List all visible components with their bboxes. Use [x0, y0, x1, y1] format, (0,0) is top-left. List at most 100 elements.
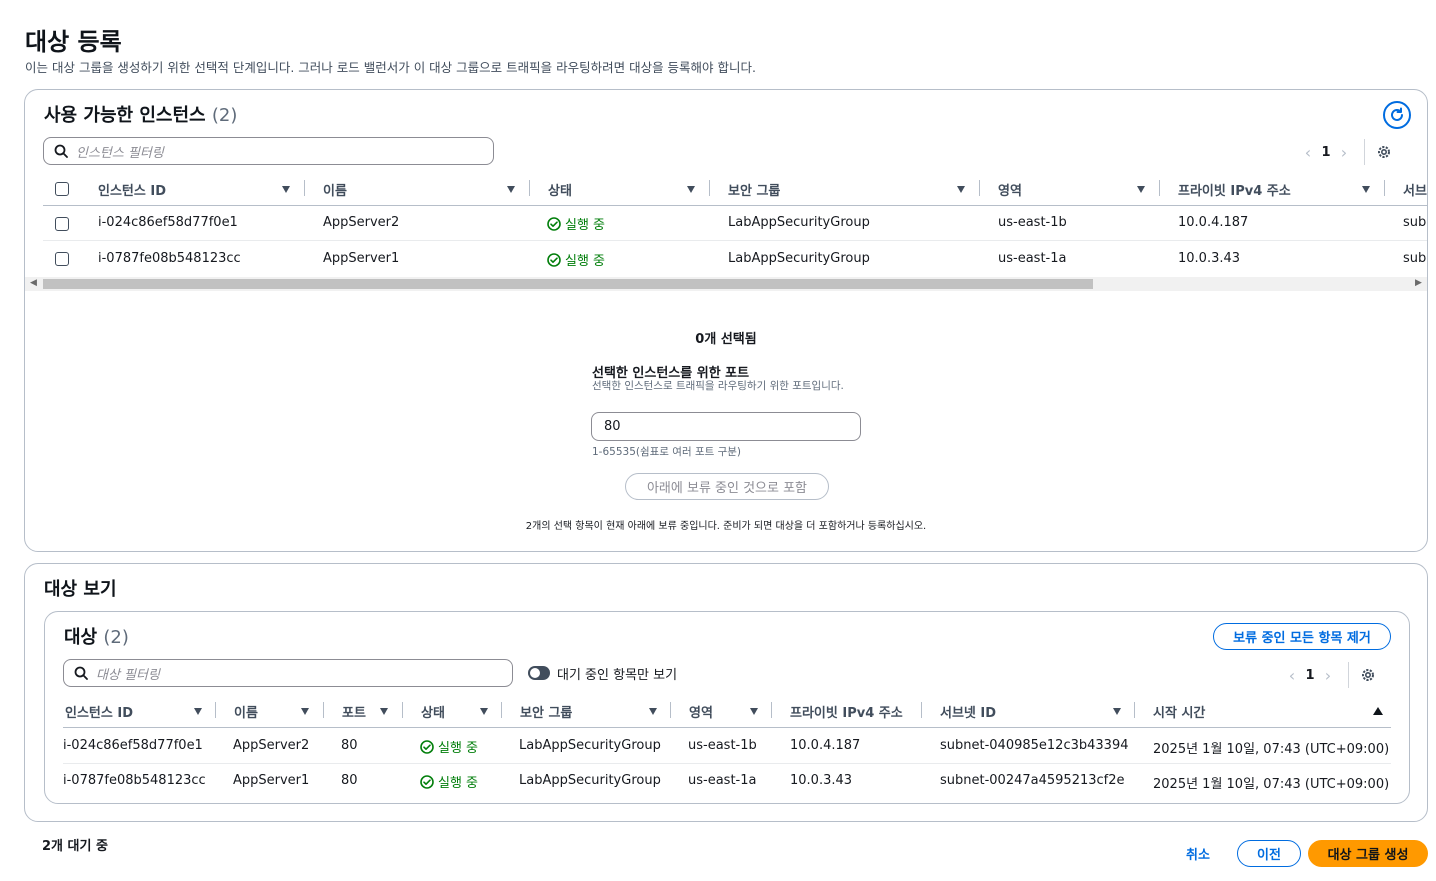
- next-page-icon[interactable]: ›: [1316, 666, 1340, 685]
- horizontal-scrollbar[interactable]: ◀ ▶: [25, 277, 1427, 291]
- col-security-group[interactable]: 보안 그룹: [728, 180, 780, 199]
- col-instance-id[interactable]: 인스턴스 ID: [98, 180, 166, 199]
- cancel-button[interactable]: 취소: [1186, 844, 1210, 863]
- zone: us-east-1a: [688, 773, 757, 788]
- selected-count: 0개 선택됨: [695, 332, 757, 347]
- pending-only-toggle[interactable]: [528, 666, 550, 680]
- instance-id: i-0787fe08b548123cc: [63, 773, 206, 788]
- col-start-time[interactable]: 시작 시간: [1153, 702, 1205, 721]
- sort-ascending-icon[interactable]: [1373, 707, 1383, 715]
- instance-name: AppServer1: [233, 773, 310, 788]
- available-instances-count: (2): [211, 105, 238, 126]
- column-divider: [501, 702, 502, 718]
- col-zone[interactable]: 영역: [998, 180, 1022, 199]
- sort-icon[interactable]: [687, 186, 695, 193]
- column-divider: [771, 702, 772, 718]
- port: 80: [341, 738, 358, 753]
- page-number[interactable]: 1: [1304, 668, 1316, 683]
- port-description: 선택한 인스턴스로 트래픽을 라우팅하기 위한 포트입니다.: [592, 380, 844, 392]
- sort-icon[interactable]: [649, 708, 657, 715]
- sort-icon[interactable]: [1113, 708, 1121, 715]
- header-divider: [43, 205, 1427, 206]
- sort-icon[interactable]: [957, 186, 965, 193]
- col-instance-id[interactable]: 인스턴스 ID: [65, 702, 133, 721]
- target-filter-input[interactable]: 대상 필터링: [63, 659, 513, 687]
- scrollbar-thumb[interactable]: [43, 279, 1093, 289]
- column-divider: [304, 180, 305, 196]
- col-private-ip[interactable]: 프라이빗 IPv4 주소: [1178, 180, 1291, 199]
- col-name[interactable]: 이름: [234, 702, 258, 721]
- column-divider: [323, 702, 324, 718]
- search-icon: [74, 666, 88, 680]
- previous-button[interactable]: 이전: [1237, 840, 1301, 867]
- available-instances-title-text: 사용 가능한 인스턴스: [44, 105, 206, 126]
- instance-name: AppServer2: [323, 215, 400, 230]
- targets-count: (2): [103, 627, 129, 648]
- prev-page-icon[interactable]: ‹: [1280, 666, 1304, 685]
- col-zone[interactable]: 영역: [689, 702, 713, 721]
- remove-all-pending-button[interactable]: 보류 중인 모든 항목 제거: [1213, 623, 1391, 650]
- private-ip: 10.0.4.187: [790, 738, 861, 753]
- col-subnet[interactable]: 서브: [1403, 180, 1427, 199]
- scroll-right-icon[interactable]: ▶: [1415, 278, 1422, 288]
- col-subnet-id[interactable]: 서브넷 ID: [940, 702, 996, 721]
- sort-icon[interactable]: [194, 708, 202, 715]
- column-divider: [402, 702, 403, 718]
- instance-id: i-024c86ef58d77f0e1: [98, 215, 238, 230]
- column-divider: [979, 180, 980, 196]
- sort-icon[interactable]: [380, 708, 388, 715]
- column-divider: [921, 702, 922, 718]
- status-badge: 실행 중: [547, 214, 605, 233]
- page-number[interactable]: 1: [1320, 145, 1332, 160]
- targets-title: 대상 (2): [64, 623, 129, 649]
- sort-icon[interactable]: [301, 708, 309, 715]
- column-divider: [1159, 180, 1160, 196]
- security-group: LabAppSecurityGroup: [728, 251, 870, 266]
- col-status[interactable]: 상태: [421, 702, 445, 721]
- sort-icon[interactable]: [750, 708, 758, 715]
- target-pagination: ‹ 1 ›: [1280, 662, 1377, 688]
- col-private-ip[interactable]: 프라이빗 IPv4 주소: [790, 702, 903, 721]
- targets-title-text: 대상: [64, 627, 98, 648]
- status-text: 실행 중: [438, 741, 479, 756]
- private-ip: 10.0.3.43: [790, 773, 853, 788]
- select-all-checkbox[interactable]: [55, 182, 69, 196]
- col-port[interactable]: 포트: [342, 702, 366, 721]
- refresh-button[interactable]: [1383, 101, 1411, 129]
- sort-icon[interactable]: [282, 186, 290, 193]
- start-time: 2025년 1월 10일, 07:43 (UTC+09:00): [1153, 777, 1390, 792]
- col-status[interactable]: 상태: [548, 180, 572, 199]
- private-ip: 10.0.3.43: [1178, 251, 1241, 266]
- settings-gear-icon[interactable]: [1359, 666, 1377, 684]
- instance-id: i-0787fe08b548123cc: [98, 251, 241, 266]
- check-circle-icon: [420, 739, 434, 754]
- next-page-icon[interactable]: ›: [1332, 143, 1356, 162]
- instance-filter-input[interactable]: 인스턴스 필터링: [43, 137, 494, 165]
- settings-gear-icon[interactable]: [1375, 143, 1393, 161]
- include-pending-button[interactable]: 아래에 보류 중인 것으로 포함: [625, 473, 829, 500]
- sort-icon[interactable]: [1362, 186, 1370, 193]
- port-input[interactable]: 80: [591, 412, 861, 441]
- row-checkbox[interactable]: [55, 217, 69, 231]
- pending-note: 2개의 선택 항목이 현재 아래에 보류 중입니다. 준비가 되면 대상을 더 …: [525, 521, 927, 532]
- port: 80: [341, 773, 358, 788]
- zone: us-east-1a: [998, 251, 1067, 266]
- create-target-group-button[interactable]: 대상 그룹 생성: [1308, 840, 1428, 867]
- sort-icon[interactable]: [480, 708, 488, 715]
- subnet: subn: [1403, 251, 1427, 266]
- available-instances-title: 사용 가능한 인스턴스 (2): [44, 101, 237, 127]
- col-name[interactable]: 이름: [323, 180, 347, 199]
- row-checkbox[interactable]: [55, 252, 69, 266]
- page-title: 대상 등록: [25, 28, 122, 56]
- instance-id: i-024c86ef58d77f0e1: [63, 738, 203, 753]
- col-security-group[interactable]: 보안 그룹: [520, 702, 572, 721]
- sort-icon[interactable]: [1137, 186, 1145, 193]
- prev-page-icon[interactable]: ‹: [1296, 143, 1320, 162]
- sort-icon[interactable]: [507, 186, 515, 193]
- subnet-id: subnet-040985e12c3b43394: [940, 738, 1129, 753]
- column-divider: [1384, 180, 1385, 196]
- status-text: 실행 중: [565, 254, 606, 269]
- instance-name: AppServer2: [233, 738, 310, 753]
- subnet: subn: [1403, 215, 1427, 230]
- scroll-left-icon[interactable]: ◀: [30, 278, 37, 288]
